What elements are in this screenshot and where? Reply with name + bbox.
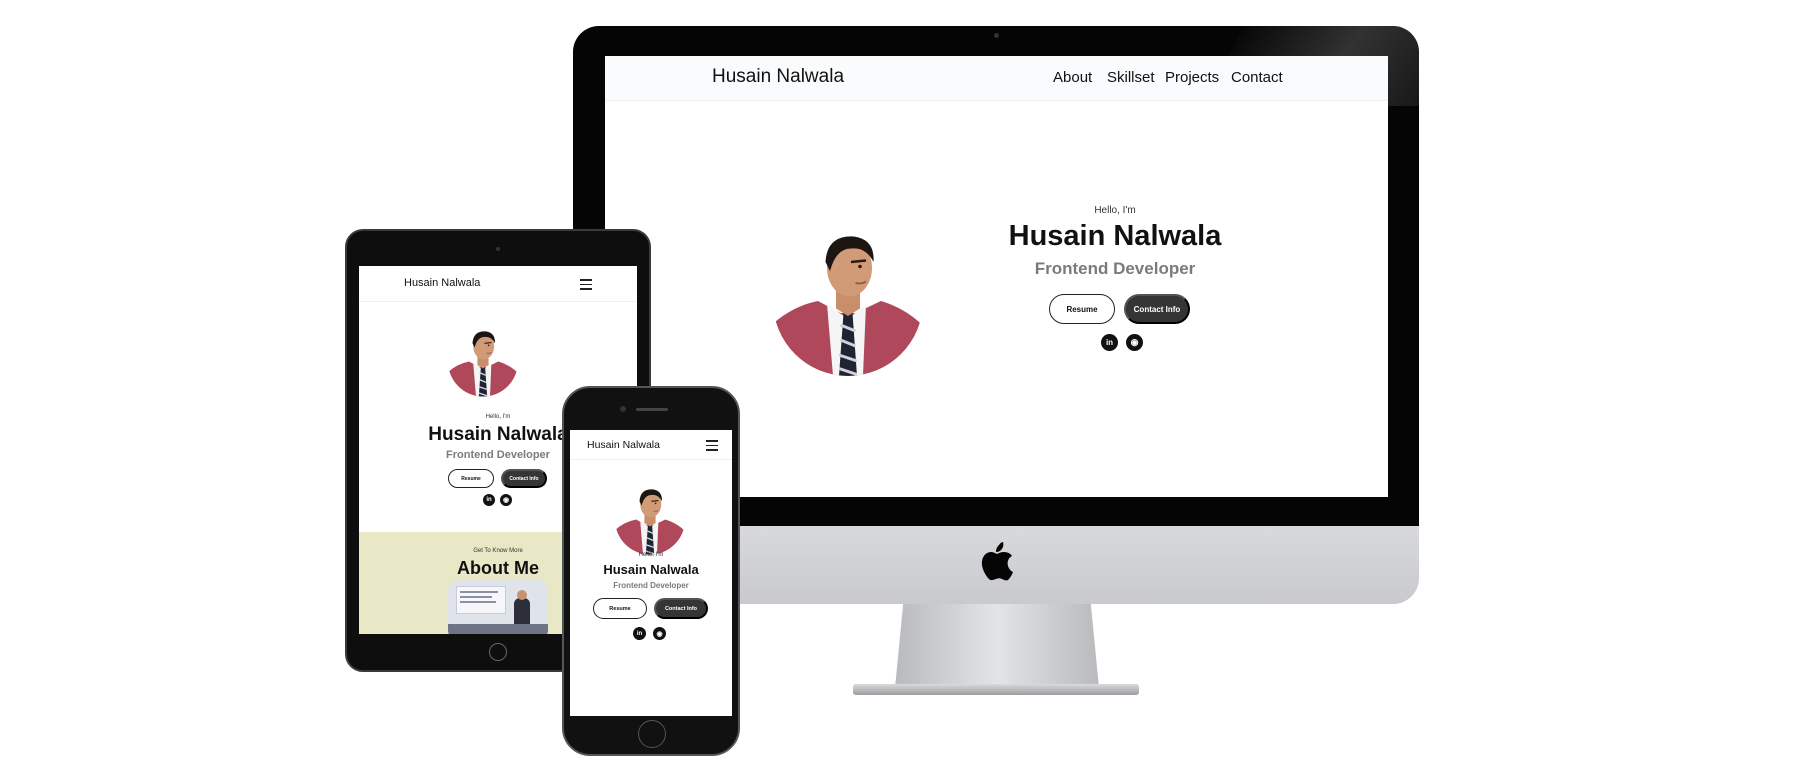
tablet-home-button xyxy=(489,643,507,661)
mobile-brand-logo[interactable]: Husain Nalwala xyxy=(587,439,660,451)
nav-link-contact[interactable]: Contact xyxy=(1231,69,1283,86)
resume-button[interactable]: Resume xyxy=(1049,294,1115,324)
hero-greeting: Hello, I'm xyxy=(1094,205,1136,216)
phone-speaker xyxy=(636,408,668,411)
tablet-github-icon[interactable]: ◉ xyxy=(500,494,512,506)
mobile-linkedin-icon[interactable]: in xyxy=(633,627,646,640)
mobile-hamburger-menu-icon[interactable] xyxy=(706,440,718,454)
mobile-hero-role: Frontend Developer xyxy=(613,581,689,590)
imac-stand xyxy=(895,604,1099,688)
profile-photo xyxy=(773,176,923,396)
nav-link-skillset[interactable]: Skillset xyxy=(1107,69,1155,86)
phone-camera xyxy=(620,406,626,412)
imac-stand-foot xyxy=(853,684,1139,695)
about-photo xyxy=(448,580,548,634)
mobile-viewport: Husain Nalwala Hello, I'm Husain Nalwala… xyxy=(570,430,732,716)
github-icon[interactable]: ◉ xyxy=(1126,334,1143,351)
desktop-navbar: Husain Nalwala About Skillset Projects C… xyxy=(605,56,1388,101)
tablet-resume-button[interactable]: Resume xyxy=(448,469,494,488)
hero-name: Husain Nalwala xyxy=(1008,220,1222,252)
mobile-hero-name: Husain Nalwala xyxy=(603,562,699,577)
imac-camera xyxy=(994,33,999,38)
mobile-hero-greeting: Hello, I'm xyxy=(638,552,664,558)
tablet-linkedin-icon[interactable]: in xyxy=(483,494,495,506)
tablet-contact-info-button[interactable]: Contact Info xyxy=(501,469,547,488)
apple-logo-icon xyxy=(981,542,1013,581)
linkedin-icon[interactable]: in xyxy=(1101,334,1118,351)
mobile-navbar: Husain Nalwala xyxy=(570,430,732,460)
nav-link-about[interactable]: About xyxy=(1053,69,1092,86)
desktop-brand-logo[interactable]: Husain Nalwala xyxy=(712,66,844,88)
tablet-hamburger-menu-icon[interactable] xyxy=(580,279,592,293)
nav-link-projects[interactable]: Projects xyxy=(1165,69,1219,86)
tablet-brand-logo[interactable]: Husain Nalwala xyxy=(404,277,480,289)
mobile-resume-button[interactable]: Resume xyxy=(593,598,647,619)
contact-info-button[interactable]: Contact Info xyxy=(1124,294,1190,324)
phone-home-button xyxy=(638,720,666,748)
tablet-camera xyxy=(496,247,500,251)
tablet-navbar: Husain Nalwala xyxy=(359,266,637,302)
mobile-contact-info-button[interactable]: Contact Info xyxy=(654,598,708,619)
tablet-profile-photo xyxy=(448,306,518,403)
mobile-github-icon[interactable]: ◉ xyxy=(653,627,666,640)
mobile-profile-photo xyxy=(615,464,685,561)
hero-role: Frontend Developer xyxy=(1034,259,1196,278)
